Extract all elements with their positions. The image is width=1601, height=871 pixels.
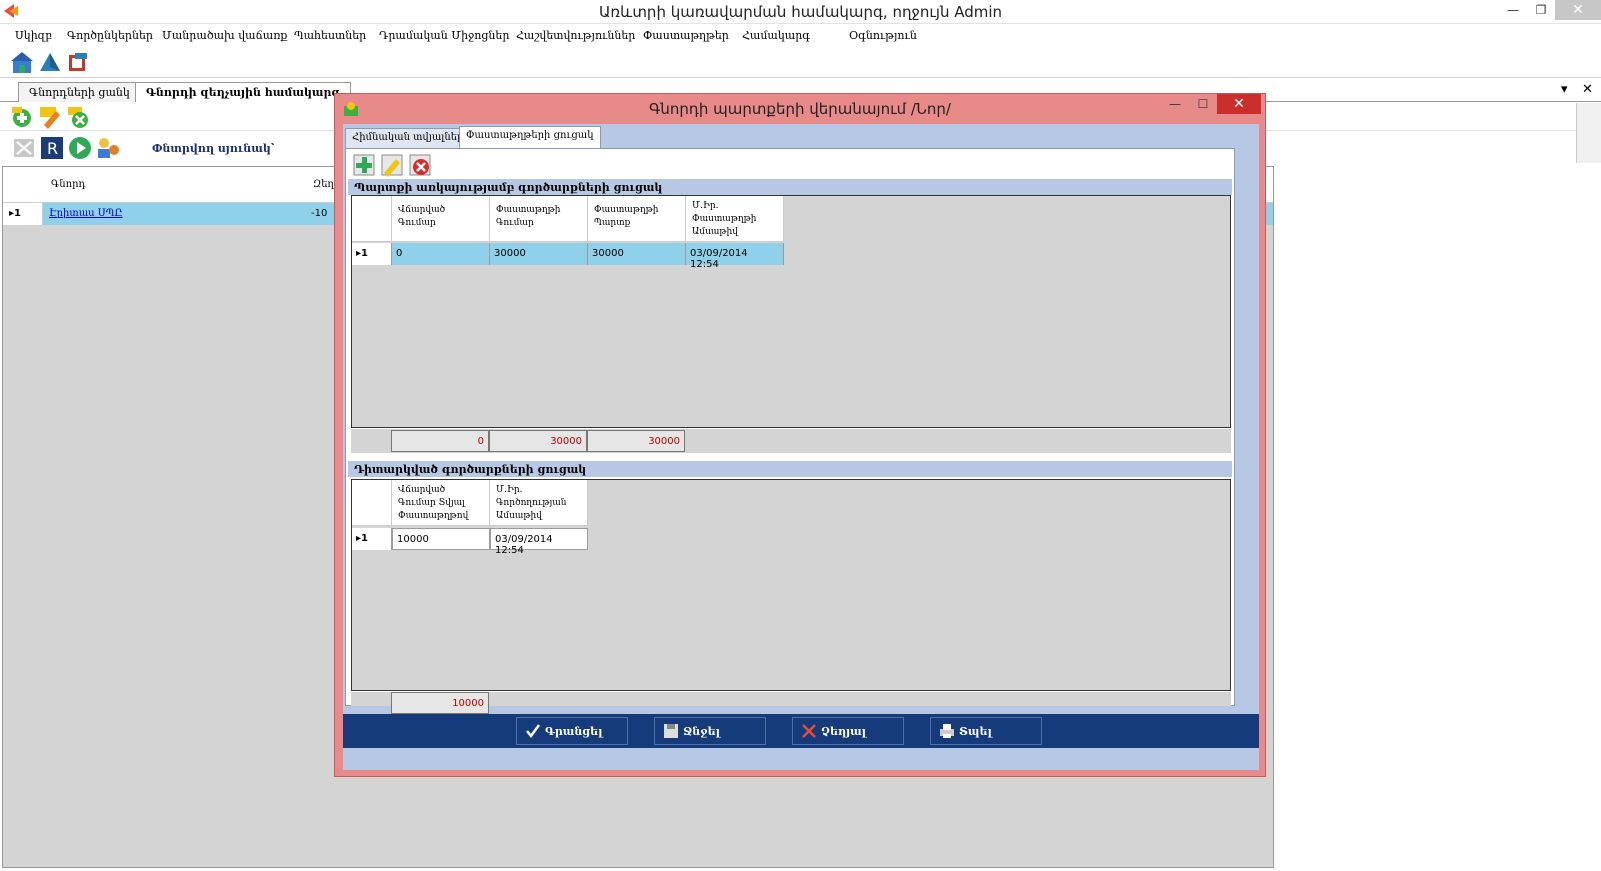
cancel-button[interactable]: Չեղյալ: [792, 717, 904, 745]
total-doc-sum: 30000: [489, 430, 587, 452]
menu-item-system[interactable]: Համակարգ: [742, 29, 810, 42]
house-icon[interactable]: [10, 51, 34, 75]
menu-bar: Սկիզբ Գործընկերներ Մանրածախ վաճառք Պահես…: [0, 25, 1601, 47]
menu-item-reports[interactable]: Հաշվետվություններ: [516, 29, 635, 42]
dialog-minimize-button[interactable]: —: [1161, 94, 1189, 114]
cross-icon: [802, 724, 816, 738]
floppy-icon: [664, 724, 678, 738]
dialog-title: Գնորդի պարտքերի վերանայում /Նոր/: [649, 100, 951, 118]
debt-review-dialog: Գնորդի պարտքերի վերանայում /Նոր/ — ☐ ✕ Հ…: [334, 93, 1266, 777]
svg-text:R: R: [47, 139, 58, 158]
section-reviewed-transactions: Դիտարկված գործարքների ցուցակ: [348, 461, 1232, 477]
menu-item-warehouses[interactable]: Պահեստներ: [294, 29, 366, 42]
column-header-discount[interactable]: Զեղ: [313, 179, 334, 190]
grid1-cell-doc-sum[interactable]: 30000: [490, 243, 588, 265]
menu-item-documents[interactable]: Փաստաթղթեր: [643, 29, 729, 42]
printer-icon: [940, 724, 954, 738]
tab-buyer-discount-system[interactable]: Գնորդի զեղչային համակարգ: [135, 82, 351, 102]
menu-item-retail[interactable]: Մանրածախ վաճառք: [162, 29, 287, 42]
grid2-cell-op-date[interactable]: 03/09/2014 12:54: [490, 528, 588, 556]
dialog-footer: Գրանցել Ջնջել Չեղյալ Տպել: [343, 714, 1259, 748]
documents-panel: Պարտքի առկայությամբ գործարքների ցուցակ Վ…: [345, 148, 1235, 714]
window-titlebar: Առևտրի կառավարման համակարգ, ողջույն Admi…: [0, 0, 1601, 24]
delete-row-icon[interactable]: [408, 153, 432, 177]
play-icon[interactable]: [68, 136, 92, 160]
dialog-tabs: Հիմնական տվյալներ Փաստաթղթերի ցուցակ: [345, 126, 1257, 148]
menu-item-cash[interactable]: Դրամական Միջոցներ: [379, 29, 509, 42]
grid2-header-op-date[interactable]: Մ.Իր. Գործողության Ամսաթիվ: [490, 480, 588, 526]
menu-item-partners[interactable]: Գործընկերներ: [67, 29, 153, 42]
restore-button[interactable]: ❐: [1527, 0, 1555, 20]
grid1-header-doc-sum[interactable]: Փաստաթղթի Գումար: [490, 196, 588, 242]
refresh-icon[interactable]: R: [40, 136, 64, 160]
dialog-close-button[interactable]: ✕: [1217, 94, 1261, 114]
add-row-icon[interactable]: [352, 153, 376, 177]
dialog-body: Հիմնական տվյալներ Փաստաթղթերի ցուցակ Պար…: [343, 124, 1259, 770]
users-icon[interactable]: [96, 136, 120, 160]
books-icon[interactable]: [66, 51, 90, 75]
tab-general-data[interactable]: Հիմնական տվյալներ: [345, 128, 471, 148]
grid1-corner: [352, 196, 392, 242]
grid1-header-paid[interactable]: Վճարված Գումար: [392, 196, 490, 242]
section-debt-transactions: Պարտքի առկայությամբ գործարքների ցուցակ: [348, 179, 1232, 195]
window-title: Առևտրի կառավարման համակարգ, ողջույն Admi…: [598, 3, 1003, 21]
delete-icon[interactable]: [66, 105, 90, 129]
tab-close-icon[interactable]: ✕: [1582, 82, 1593, 97]
grid2-cell-paid[interactable]: 10000: [392, 528, 490, 550]
reviewed-transactions-grid: Վճարված Գումար Տվյալ Փաստաթղթով Մ.Իր. Գո…: [351, 479, 1231, 691]
dialog-titlebar: Գնորդի պարտքերի վերանայում /Նոր/ — ☐ ✕: [335, 94, 1265, 124]
menu-item-help[interactable]: Օգնություն: [849, 29, 917, 42]
discount-value: -10: [311, 208, 328, 219]
total-paid: 0: [391, 430, 489, 452]
tab-documents-list[interactable]: Փաստաթղթերի ցուցակ: [459, 126, 601, 148]
search-column-label: Փնտրվող սյունակ՝: [152, 142, 275, 155]
grid1-cell-doc-date[interactable]: 03/09/2014 12:54: [686, 243, 784, 270]
grid2-corner: [352, 480, 392, 526]
debt-transactions-grid: Վճարված Գումար Փաստաթղթի Գումար Փաստաթղթ…: [351, 195, 1231, 428]
checkmark-icon: [526, 724, 541, 739]
add-icon[interactable]: [10, 105, 34, 129]
edit-icon[interactable]: [38, 105, 62, 129]
print-button[interactable]: Տպել: [930, 717, 1042, 745]
grid1-header-doc-date[interactable]: Մ.Իր. Փաստաթղթի Ամսաթիվ: [686, 196, 784, 242]
total-reviewed-paid: 10000: [391, 692, 489, 714]
grid2-totals: 10000: [351, 692, 1231, 714]
grid1-header-doc-debt[interactable]: Փաստաթղթի Պարտք: [588, 196, 686, 242]
column-header-buyer[interactable]: Գնորդ: [51, 179, 86, 190]
tab-dropdown-icon[interactable]: ▾: [1561, 82, 1568, 97]
grid2-row-indicator: ▸1: [352, 528, 392, 550]
buyer-link[interactable]: Էրիտաս ՍՊԸ: [49, 208, 123, 219]
delete-button[interactable]: Ջնջել: [654, 717, 766, 745]
grid2-header-paid[interactable]: Վճարված Գումար Տվյալ Փաստաթղթով: [392, 480, 490, 526]
close-button[interactable]: ✕: [1555, 0, 1601, 20]
dialog-maximize-button[interactable]: ☐: [1189, 94, 1217, 114]
row-indicator: ▸1: [3, 203, 43, 225]
grid1-cell-doc-debt[interactable]: 30000: [588, 243, 686, 265]
tab-buyers-list[interactable]: Գնորդների ցանկ: [18, 82, 141, 102]
save-button[interactable]: Գրանցել: [516, 717, 628, 745]
total-doc-debt: 30000: [587, 430, 685, 452]
grid1-cell-paid[interactable]: 0: [392, 243, 490, 265]
main-toolbar: [0, 48, 1601, 78]
grid1-row-indicator: ▸1: [352, 243, 392, 265]
side-panel: [1576, 103, 1601, 163]
edit-row-icon[interactable]: [380, 153, 404, 177]
grid1-totals: 0 30000 30000: [351, 429, 1231, 453]
export-icon[interactable]: [12, 136, 36, 160]
menu-item-start[interactable]: Սկիզբ: [15, 29, 52, 42]
pyramid-icon[interactable]: [38, 51, 62, 75]
minimize-button[interactable]: —: [1499, 0, 1527, 20]
